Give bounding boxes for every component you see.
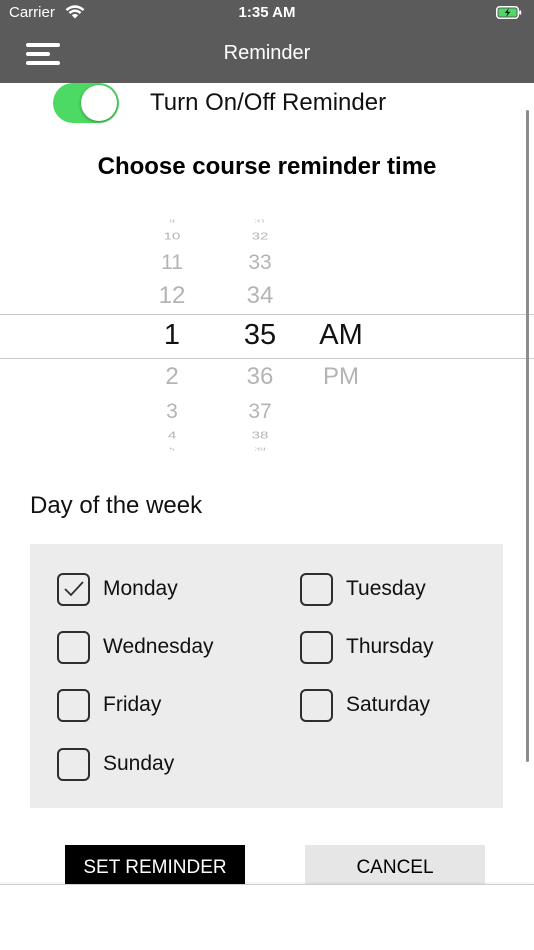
battery-charging-icon	[496, 6, 522, 19]
checkbox-wednesday[interactable]	[57, 631, 90, 664]
checkbox-thursday[interactable]	[300, 631, 333, 664]
picker-minute[interactable]: 39	[230, 448, 290, 451]
checkbox-monday[interactable]	[57, 573, 90, 606]
page-title: Reminder	[223, 42, 311, 64]
cancel-button[interactable]: CANCEL	[305, 845, 485, 889]
picker-minute[interactable]: 34	[230, 284, 290, 308]
days-panel: Monday Tuesday Wednesday Thursday Friday…	[30, 544, 503, 808]
day-label: Tuesday	[346, 577, 426, 600]
reminder-toggle-label: Turn On/Off Reminder	[150, 89, 387, 116]
picker-selection-line-bottom	[0, 358, 534, 359]
picker-minute[interactable]: 32	[230, 231, 290, 242]
navigation-bar: Carrier 1:35 AM Reminder	[0, 0, 534, 83]
picker-selection-line-top	[0, 314, 534, 315]
picker-hour[interactable]: 11	[142, 252, 202, 273]
toggle-knob	[81, 85, 117, 121]
day-of-week-label: Day of the week	[30, 492, 203, 519]
picker-minute[interactable]: 38	[230, 430, 290, 441]
day-label: Wednesday	[103, 635, 214, 658]
picker-minute[interactable]: 31	[230, 220, 290, 223]
reminder-toggle[interactable]	[53, 83, 119, 123]
picker-hour[interactable]: 5	[142, 448, 202, 451]
status-time: 1:35 AM	[238, 4, 296, 21]
picker-period[interactable]: PM	[306, 365, 376, 389]
picker-minute[interactable]: 36	[230, 365, 290, 389]
picker-hour[interactable]: 12	[142, 284, 202, 308]
section-title: Choose course reminder time	[97, 153, 437, 180]
day-label: Thursday	[346, 635, 434, 658]
picker-hour[interactable]: 4	[142, 430, 202, 441]
checkbox-sunday[interactable]	[57, 748, 90, 781]
picker-hour[interactable]: 3	[142, 401, 202, 422]
time-picker[interactable]: 9 10 11 12 1 2 3 4 5 31 32 33 34 35 36 3…	[0, 218, 534, 454]
picker-minute[interactable]: 33	[230, 252, 290, 273]
picker-hour-selected[interactable]: 1	[142, 321, 202, 350]
set-reminder-button[interactable]: SET REMINDER	[65, 845, 245, 889]
picker-hour[interactable]: 10	[142, 231, 202, 242]
bottom-panel	[0, 884, 534, 950]
picker-hour[interactable]: 9	[142, 220, 202, 223]
scrollbar[interactable]	[526, 110, 529, 762]
day-label: Monday	[103, 577, 178, 600]
day-label: Sunday	[103, 752, 175, 775]
picker-period-selected[interactable]: AM	[306, 321, 376, 350]
checkbox-saturday[interactable]	[300, 689, 333, 722]
day-label: Friday	[103, 693, 162, 716]
checkbox-friday[interactable]	[57, 689, 90, 722]
checkbox-tuesday[interactable]	[300, 573, 333, 606]
picker-hour[interactable]: 2	[142, 365, 202, 389]
picker-minute-selected[interactable]: 35	[230, 321, 290, 350]
picker-minute[interactable]: 37	[230, 401, 290, 422]
day-label: Saturday	[346, 693, 431, 716]
checkmark-icon	[64, 581, 84, 597]
